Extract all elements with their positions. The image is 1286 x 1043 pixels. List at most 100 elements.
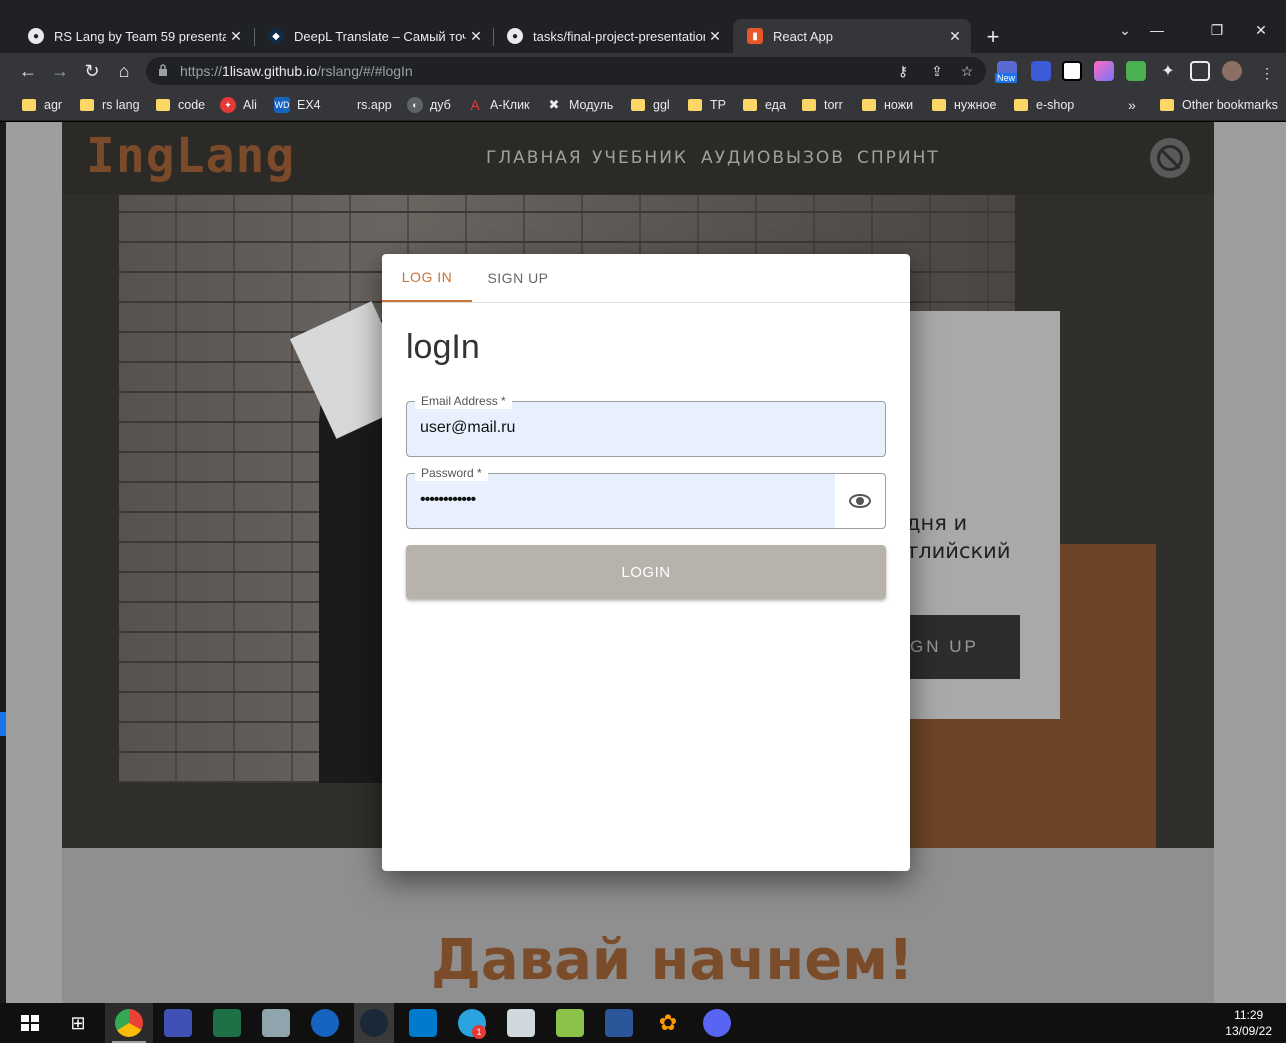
close-icon[interactable]: ✕ [466, 28, 486, 45]
tab-login[interactable]: LOG IN [382, 254, 472, 302]
clock-date: 13/09/22 [1225, 1024, 1272, 1038]
bookmark-link[interactable]: rs.app [334, 95, 392, 115]
share-icon[interactable]: ⇪ [928, 63, 946, 80]
cta-heading: Давай начнем! [431, 928, 914, 993]
password-value[interactable]: •••••••••••• [420, 491, 476, 509]
tab-signup[interactable]: SIGN UP [472, 254, 564, 302]
excel-icon[interactable] [213, 1009, 241, 1037]
folder-icon [1160, 99, 1174, 111]
browser-tab[interactable]: ● RS Lang by Team 59 presentation ✕ [14, 19, 252, 53]
clock-time: 11:29 [1234, 1008, 1264, 1022]
bookmark-folder[interactable]: e-shop [1014, 95, 1074, 115]
bookmark-ext-icon[interactable] [1031, 61, 1051, 81]
bookmark-folder[interactable]: ggl [631, 95, 670, 115]
minimize-icon[interactable]: — [1142, 22, 1172, 38]
globe-icon: ◐ [407, 97, 423, 113]
bookmark-folder[interactable]: нужное [932, 95, 996, 115]
bookmark-folder[interactable]: TP [688, 95, 726, 115]
hero-text-line: тлийский [906, 539, 1011, 563]
visibility-icon[interactable] [849, 494, 871, 508]
restore-icon[interactable]: ❐ [1202, 22, 1232, 39]
bookmark-folder[interactable]: rs lang [80, 95, 140, 115]
password-field[interactable]: Password * •••••••••••• [406, 465, 886, 529]
puzzle-icon[interactable]: ✦ [1158, 61, 1178, 81]
nav-link-audiochallenge[interactable]: АУДИОВЫЗОВ [701, 148, 845, 168]
login-button[interactable]: LOGIN [406, 545, 886, 599]
aklik-icon: A [470, 97, 480, 113]
nav-link-textbook[interactable]: УЧЕБНИК [592, 148, 688, 168]
bluetooth-app-icon[interactable] [311, 1009, 339, 1037]
bookmark-folder[interactable]: code [156, 95, 205, 115]
bookmark-link[interactable]: A А-Клик [467, 95, 529, 115]
butterfly-app-icon[interactable]: ✿ [654, 1009, 682, 1037]
no-user-icon[interactable] [1150, 138, 1190, 178]
star-icon[interactable]: ☆ [958, 63, 976, 80]
forward-icon[interactable]: → [48, 59, 72, 83]
window-close-icon[interactable]: ✕ [1246, 22, 1276, 39]
deepl-icon: ◆ [268, 28, 284, 44]
menu-icon[interactable]: ⋮ [1258, 65, 1276, 82]
auth-modal: LOG IN SIGN UP logIn Email Address * use… [382, 254, 910, 871]
email-value[interactable]: user@mail.ru [420, 419, 515, 437]
telegram-badge: 1 [472, 1025, 486, 1039]
vscode-icon[interactable] [409, 1009, 437, 1037]
folder-icon [688, 99, 702, 111]
address-bar[interactable]: https://1lisaw.github.io/rslang/#/#logIn… [146, 57, 986, 85]
hero-signup-button[interactable]: GN UP [906, 615, 1020, 679]
close-icon[interactable]: ✕ [705, 28, 725, 45]
bookmark-folder[interactable]: torr [802, 95, 843, 115]
close-icon[interactable]: ✕ [945, 28, 965, 45]
nav-link-sprint[interactable]: СПРИНТ [857, 148, 940, 168]
back-icon[interactable]: ← [16, 59, 40, 83]
ali-icon: ✦ [220, 97, 236, 113]
windows-taskbar: ⊞ 1 ✿ 11:29 13/09/22 [0, 1003, 1286, 1043]
meter-ext-icon[interactable] [1126, 61, 1146, 81]
bookmark-link[interactable]: ✖ Модуль [546, 95, 614, 115]
bookmark-folder[interactable]: agr [22, 95, 62, 115]
site-logo[interactable]: IngLang [86, 128, 295, 184]
key-icon[interactable]: ⚷ [894, 63, 912, 80]
other-bookmarks[interactable]: Other bookmarks [1160, 95, 1278, 115]
url-text: https://1lisaw.github.io/rslang/#/#logIn [180, 63, 413, 79]
bookmark-folder[interactable]: ножи [862, 95, 913, 115]
task-view-icon[interactable]: ⊞ [64, 1009, 92, 1037]
discord-icon[interactable] [703, 1009, 731, 1037]
home-icon[interactable]: ⌂ [112, 59, 136, 83]
github-icon: ● [507, 28, 523, 44]
wd-icon: WD [274, 97, 290, 113]
avatar[interactable] [1222, 61, 1242, 81]
react-app-icon: ▮ [747, 28, 763, 44]
notepad-plus-icon[interactable] [556, 1009, 584, 1037]
network-app-icon[interactable] [262, 1009, 290, 1037]
browser-tab-active[interactable]: ▮ React App ✕ [733, 19, 971, 53]
email-field[interactable]: Email Address * user@mail.ru [406, 393, 886, 457]
notion-icon[interactable] [1062, 61, 1082, 81]
modal-title: logIn [406, 328, 480, 366]
system-clock[interactable]: 11:29 13/09/22 [1225, 1007, 1272, 1039]
bookmarks-overflow-button[interactable]: » [1128, 95, 1136, 115]
reload-icon[interactable]: ↻ [80, 59, 104, 83]
browser-tab[interactable]: ◆ DeepL Translate – Самый точный ✕ [254, 19, 492, 53]
bookmark-folder[interactable]: еда [743, 95, 786, 115]
rsapp-icon [334, 97, 350, 113]
color-ext-icon[interactable] [1094, 61, 1114, 81]
image-editor-icon[interactable] [507, 1009, 535, 1037]
folder-icon [156, 99, 170, 111]
bookmark-link[interactable]: ◐ дуб [407, 95, 451, 115]
save-app-icon[interactable] [164, 1009, 192, 1037]
folder-icon [862, 99, 876, 111]
close-icon[interactable]: ✕ [226, 28, 246, 45]
sidepanel-icon[interactable] [1190, 61, 1210, 81]
steam-icon[interactable] [360, 1009, 388, 1037]
tab-search-icon[interactable]: ⌄ [1110, 22, 1140, 39]
chrome-icon[interactable] [115, 1009, 143, 1037]
word-icon[interactable] [605, 1009, 633, 1037]
new-tab-button[interactable]: + [981, 24, 1005, 50]
web-page: IngLang ГЛАВНАЯ УЧЕБНИК АУДИОВЫЗОВ СПРИН… [6, 122, 1286, 1003]
nav-link-home[interactable]: ГЛАВНАЯ [486, 148, 583, 168]
bookmark-link[interactable]: WD EX4 [274, 95, 321, 115]
browser-tab[interactable]: ● tasks/final-project-presentation.m ✕ [493, 19, 731, 53]
bookmark-link[interactable]: ✦ Ali [220, 95, 257, 115]
windows-start-icon[interactable] [16, 1009, 44, 1037]
tab-title: tasks/final-project-presentation.m [533, 28, 705, 44]
